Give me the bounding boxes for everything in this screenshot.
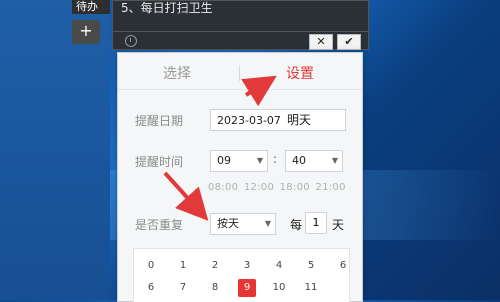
day-cell[interactable]: 4 [270, 257, 288, 275]
repeat-each-label: 每 [290, 218, 303, 232]
day-cell[interactable]: 5 [302, 257, 320, 275]
repeat-select[interactable]: 按天 ▼ [210, 213, 276, 235]
reminder-date-field[interactable]: 2023-03-07 明天 [210, 109, 346, 131]
time-presets: 08:00 12:00 18:00 21:00 [208, 182, 346, 193]
preset-time[interactable]: 12:00 [244, 182, 274, 193]
day-cell[interactable]: 8 [206, 279, 224, 297]
minute-select[interactable]: 40 ▼ [285, 150, 343, 172]
date-value: 2023-03-07 [217, 114, 281, 127]
tab-settings[interactable]: 设置 [286, 63, 314, 83]
repeat-count-input[interactable]: 1 [305, 212, 327, 234]
preset-time[interactable]: 18:00 [280, 182, 310, 193]
side-panel [0, 0, 110, 300]
reminder-time-label: 提醒时间 [135, 155, 184, 169]
day-cell[interactable]: 0 [142, 257, 160, 275]
hour-value: 09 [217, 154, 231, 167]
reminder-dialog: 选择 设置 提醒日期 2023-03-07 明天 提醒时间 09 ▼ : 40 ▼… [117, 52, 363, 302]
tab-divider [118, 89, 362, 90]
repeat-value: 按天 [217, 217, 239, 230]
clock-icon[interactable] [125, 35, 137, 47]
note-text[interactable]: 5、每日打扫卫生 [121, 1, 213, 15]
add-button[interactable]: + [72, 20, 100, 44]
date-hint: 明天 [286, 113, 311, 127]
day-cell[interactable]: 6 [142, 279, 160, 297]
day-cell[interactable]: 10 [270, 279, 288, 297]
day-cell[interactable]: 1 [174, 257, 192, 275]
tab-bar: 选择 设置 [118, 53, 362, 89]
note-divider [113, 31, 368, 32]
day-cell[interactable]: 2 [206, 257, 224, 275]
repeat-unit-label: 天 [332, 218, 345, 232]
time-separator: : [273, 152, 278, 166]
todo-note-card: 5、每日打扫卫生 ✕ ✔ [112, 0, 369, 50]
tab-separator [239, 65, 240, 81]
preset-time[interactable]: 21:00 [315, 182, 345, 193]
tab-select[interactable]: 选择 [163, 63, 191, 83]
reminder-date-label: 提醒日期 [135, 114, 184, 128]
minute-value: 40 [292, 154, 306, 167]
cancel-button[interactable]: ✕ [309, 34, 333, 50]
preset-time[interactable]: 08:00 [208, 182, 238, 193]
day-cell[interactable]: 6 [334, 257, 352, 275]
chevron-down-icon: ▼ [256, 156, 263, 165]
day-cell[interactable]: 11 [302, 279, 320, 297]
chevron-down-icon: ▼ [331, 156, 338, 165]
repeat-label: 是否重复 [135, 218, 184, 232]
day-cell[interactable]: 3 [238, 257, 256, 275]
confirm-button[interactable]: ✔ [337, 34, 361, 50]
day-cell[interactable]: 9 [238, 279, 256, 297]
day-cell[interactable]: 7 [174, 279, 192, 297]
day-grid: 0 1 2 3 4 5 6 6 7 8 9 10 11 [133, 248, 350, 302]
hour-select[interactable]: 09 ▼ [210, 150, 268, 172]
chevron-down-icon: ▼ [264, 219, 271, 228]
todo-tab[interactable]: 待办 [72, 0, 110, 14]
